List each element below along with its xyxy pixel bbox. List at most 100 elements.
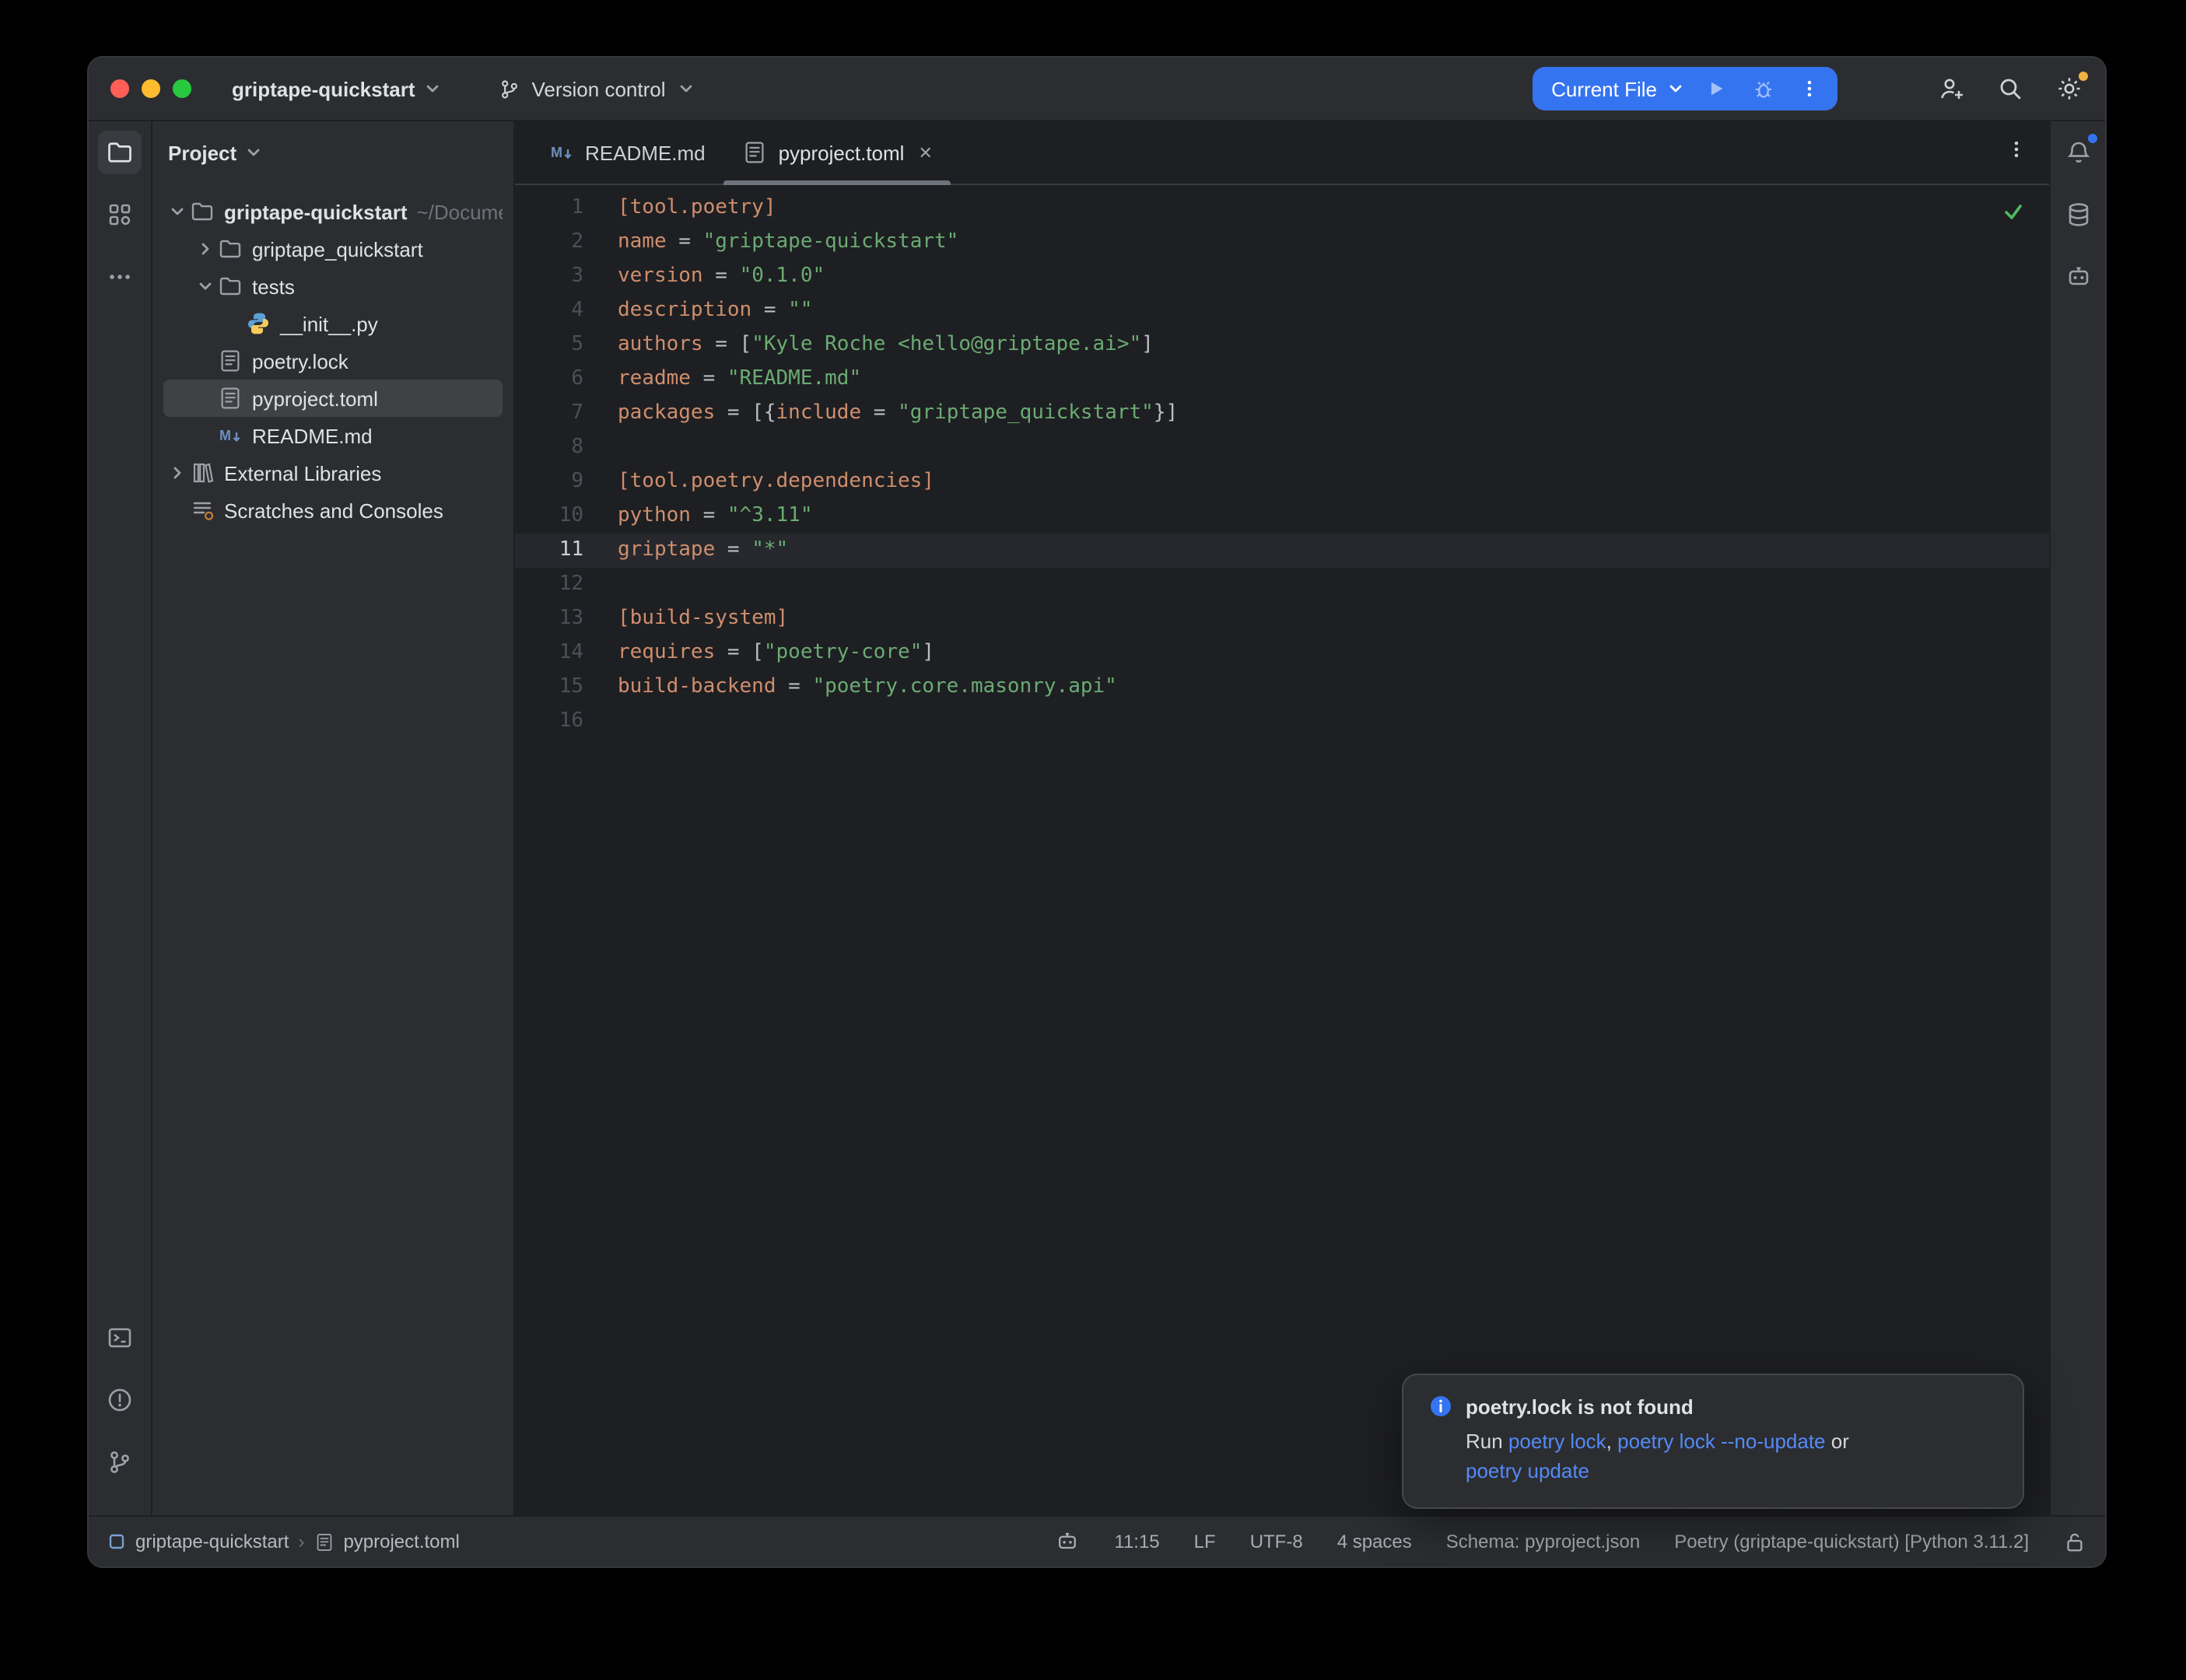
- line-number[interactable]: 14: [515, 636, 605, 670]
- tree-item-tests[interactable]: tests: [163, 268, 503, 305]
- close-tab-icon[interactable]: ✕: [918, 142, 932, 163]
- line-number[interactable]: 3: [515, 260, 605, 294]
- tree-item-init-py[interactable]: __init__.py: [163, 305, 503, 342]
- line-number[interactable]: 1: [515, 191, 605, 226]
- run-configuration-widget: Current File: [1533, 67, 1837, 110]
- code-line-13[interactable]: 13[build-system]: [515, 602, 2049, 636]
- project-selector[interactable]: griptape-quickstart: [232, 77, 442, 100]
- status-python-interpreter[interactable]: Poetry (griptape-quickstart) [Python 3.1…: [1674, 1531, 2029, 1552]
- code-line-16[interactable]: 16: [515, 705, 2049, 739]
- tab-readme-md[interactable]: MREADME.md: [531, 121, 724, 184]
- tree-item-pyproject-toml[interactable]: pyproject.toml: [163, 380, 503, 417]
- code-line-2[interactable]: 2name = "griptape-quickstart": [515, 226, 2049, 260]
- code-line-8[interactable]: 8: [515, 431, 2049, 465]
- project-tool-button[interactable]: [98, 131, 142, 174]
- code-line-14[interactable]: 14requires = ["poetry-core"]: [515, 636, 2049, 670]
- notification-header: poetry.lock is not found: [1428, 1394, 1998, 1419]
- code-line-6[interactable]: 6readme = "README.md": [515, 362, 2049, 397]
- notification-link-poetry-lock-no-update[interactable]: poetry lock --no-update: [1617, 1430, 1825, 1453]
- structure-tool-button[interactable]: [98, 193, 142, 236]
- database-tool-button[interactable]: [2056, 193, 2100, 236]
- code-line-9[interactable]: 9[tool.poetry.dependencies]: [515, 465, 2049, 499]
- zoom-window-button[interactable]: [173, 79, 191, 98]
- notification-link-poetry-lock[interactable]: poetry lock: [1508, 1430, 1606, 1453]
- notification-title: poetry.lock is not found: [1466, 1395, 1694, 1418]
- line-number[interactable]: 2: [515, 226, 605, 260]
- more-run-options-button[interactable]: [1794, 73, 1825, 104]
- status-file-encoding[interactable]: UTF-8: [1250, 1531, 1303, 1552]
- tree-item-label: README.md: [252, 424, 373, 447]
- status-json-schema[interactable]: Schema: pyproject.json: [1446, 1531, 1640, 1552]
- tab-pyproject-toml[interactable]: pyproject.toml✕: [724, 121, 951, 184]
- tree-item-path-suffix: ~/Docume: [417, 200, 503, 223]
- title-bar[interactable]: griptape-quickstart Version control Curr…: [89, 58, 2105, 121]
- breadcrumb-file[interactable]: pyproject.toml: [343, 1531, 459, 1552]
- project-panel-header[interactable]: Project: [152, 121, 513, 184]
- line-number[interactable]: 8: [515, 431, 605, 465]
- chevron-right-icon[interactable]: [193, 240, 218, 258]
- status-cursor-position[interactable]: 11:15: [1114, 1531, 1159, 1552]
- status-line-separator[interactable]: LF: [1194, 1531, 1216, 1552]
- code-line-7[interactable]: 7packages = [{include = "griptape_quicks…: [515, 397, 2049, 431]
- line-number[interactable]: 13: [515, 602, 605, 636]
- chevron-down-icon[interactable]: [165, 202, 190, 221]
- problems-tool-button[interactable]: [98, 1378, 142, 1422]
- code-line-12[interactable]: 12: [515, 568, 2049, 602]
- main-area: Project griptape-quickstart~/Documegript…: [89, 121, 2105, 1515]
- version-control-tool-button[interactable]: [98, 1440, 142, 1484]
- code-line-15[interactable]: 15build-backend = "poetry.core.masonry.a…: [515, 670, 2049, 705]
- breadcrumb-separator: ›: [298, 1531, 304, 1552]
- search-everywhere-button[interactable]: [1996, 75, 2024, 103]
- ai-assistant-status-icon[interactable]: [1055, 1529, 1080, 1554]
- run-button[interactable]: [1701, 73, 1732, 104]
- tree-item-poetry-lock[interactable]: poetry.lock: [163, 342, 503, 380]
- terminal-tool-button[interactable]: [98, 1316, 142, 1360]
- add-user-button[interactable]: [1937, 75, 1965, 103]
- line-number[interactable]: 7: [515, 397, 605, 431]
- settings-button[interactable]: [2055, 75, 2083, 103]
- minimize-window-button[interactable]: [142, 79, 160, 98]
- line-number[interactable]: 5: [515, 328, 605, 362]
- debug-button[interactable]: [1747, 73, 1778, 104]
- unlocked-icon[interactable]: [2063, 1530, 2086, 1553]
- line-number[interactable]: 4: [515, 294, 605, 328]
- status-indent-style[interactable]: 4 spaces: [1337, 1531, 1412, 1552]
- code-line-1[interactable]: 1[tool.poetry]: [515, 191, 2049, 226]
- tree-item-scratches-and-consoles[interactable]: Scratches and Consoles: [163, 492, 503, 529]
- status-widgets: 11:15 LF UTF-8 4 spaces Schema: pyproject.js…: [1114, 1531, 2029, 1552]
- code-line-4[interactable]: 4description = "": [515, 294, 2049, 328]
- problems-icon: [106, 1386, 134, 1414]
- line-number[interactable]: 11: [515, 534, 605, 568]
- breadcrumb-project[interactable]: griptape-quickstart: [135, 1531, 289, 1552]
- notification-link-poetry-update[interactable]: poetry update: [1466, 1459, 1589, 1482]
- notifications-tool-button[interactable]: [2056, 131, 2100, 174]
- code-line-11[interactable]: 11griptape = "*": [515, 534, 2049, 568]
- line-number[interactable]: 12: [515, 568, 605, 602]
- tree-item-griptape-quickstart[interactable]: griptape-quickstart~/Docume: [163, 193, 503, 230]
- code-editor[interactable]: 1[tool.poetry]2name = "griptape-quicksta…: [515, 185, 2049, 1515]
- more-tool-windows-button[interactable]: [98, 255, 142, 299]
- chevron-right-icon[interactable]: [165, 464, 190, 482]
- line-number[interactable]: 10: [515, 499, 605, 534]
- vcs-widget[interactable]: Version control: [498, 77, 695, 100]
- close-window-button[interactable]: [110, 79, 129, 98]
- inspections-ok-check-icon[interactable]: [2002, 201, 2024, 222]
- line-number[interactable]: 6: [515, 362, 605, 397]
- code-line-3[interactable]: 3version = "0.1.0": [515, 260, 2049, 294]
- tree-item-readme-md[interactable]: MREADME.md: [163, 417, 503, 454]
- code-line-5[interactable]: 5authors = ["Kyle Roche <hello@griptape.…: [515, 328, 2049, 362]
- ai-assistant-tool-button[interactable]: [2056, 255, 2100, 299]
- tree-item-griptape-quickstart[interactable]: griptape_quickstart: [163, 230, 503, 268]
- chevron-down-icon[interactable]: [193, 277, 218, 296]
- notification-toast[interactable]: poetry.lock is not found Run poetry lock…: [1402, 1374, 2024, 1509]
- tab-bar: MREADME.mdpyproject.toml✕: [515, 121, 2049, 185]
- line-number[interactable]: 16: [515, 705, 605, 739]
- tree-item-external-libraries[interactable]: External Libraries: [163, 454, 503, 492]
- tab-options-kebab-icon[interactable]: [2006, 138, 2027, 166]
- code-line-10[interactable]: 10python = "^3.11": [515, 499, 2049, 534]
- chevron-down-icon: [423, 79, 442, 98]
- run-config-selector[interactable]: Current File: [1551, 77, 1685, 100]
- code-text: requires = ["poetry-core"]: [605, 636, 934, 670]
- line-number[interactable]: 9: [515, 465, 605, 499]
- line-number[interactable]: 15: [515, 670, 605, 705]
